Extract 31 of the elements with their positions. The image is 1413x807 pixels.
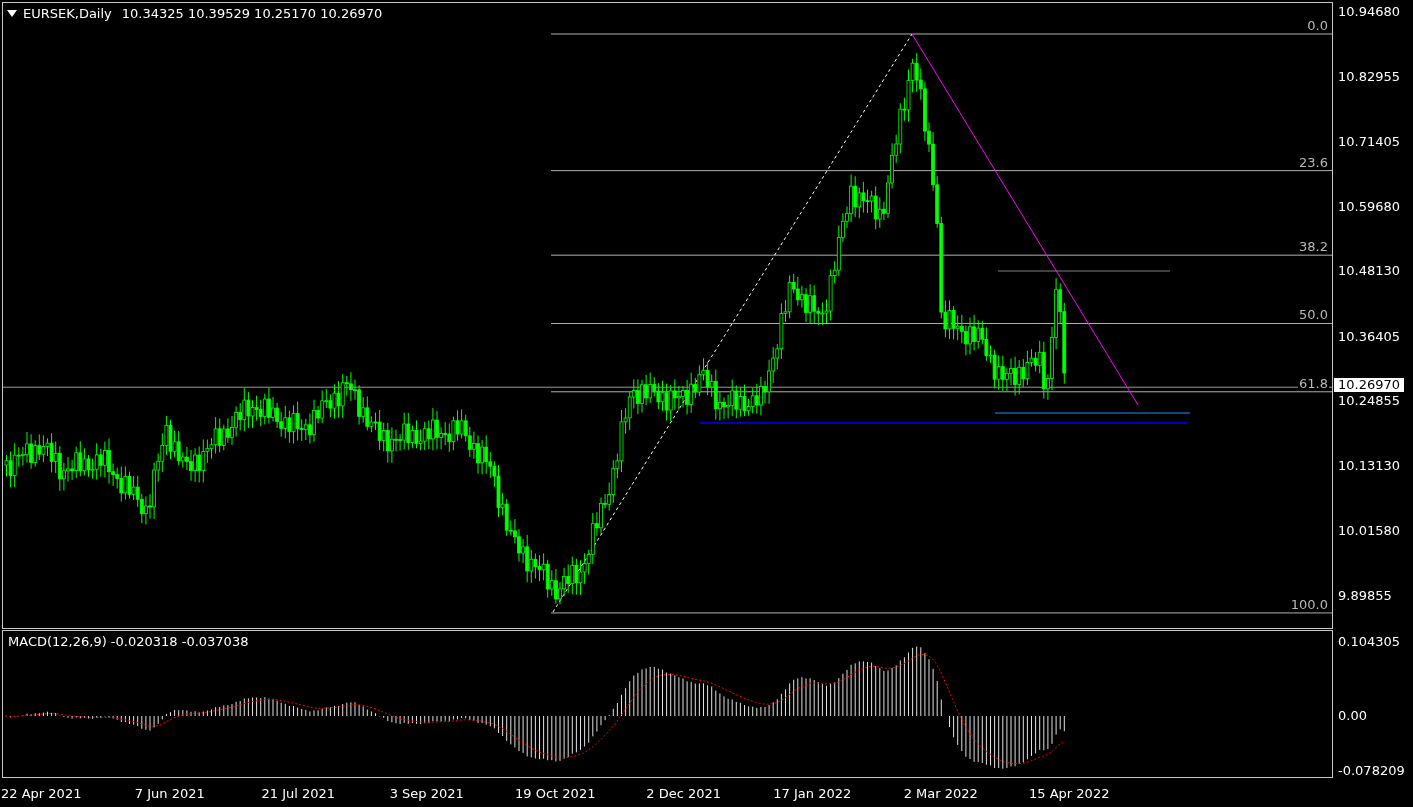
- price-axis-label: 10.82955: [1338, 70, 1401, 85]
- price-axis-label: 10.13130: [1338, 459, 1401, 474]
- date-axis-label: 2 Dec 2021: [645, 785, 723, 801]
- macd-axis-label: -0.078209: [1338, 764, 1405, 779]
- price-axis-label: 10.94680: [1338, 5, 1401, 19]
- symbol-title: EURSEK,Daily: [23, 6, 112, 21]
- dropdown-triangle-icon[interactable]: [7, 10, 17, 17]
- price-axis-label: 10.01580: [1338, 523, 1401, 538]
- date-axis-label: 2 Mar 2022: [902, 785, 979, 801]
- date-axis-label: 17 Jan 2022: [772, 785, 853, 801]
- price-axis-label: 10.24855: [1338, 394, 1401, 408]
- price-axis-label: 10.36405: [1338, 329, 1401, 344]
- current-price-tag: 10.26970: [1334, 378, 1405, 393]
- fibonacci-level-label: 0.0: [1306, 19, 1329, 33]
- fibonacci-level-label: 23.6: [1298, 155, 1329, 170]
- price-axis-label: 10.48130: [1338, 264, 1401, 279]
- fibonacci-level-label: 61.8: [1298, 376, 1329, 391]
- macd-title: MACD(12,26,9) -0.020318 -0.037038: [8, 634, 249, 649]
- price-axis-label: 9.89855: [1338, 588, 1392, 603]
- price-axis-label: 10.71405: [1338, 134, 1401, 149]
- macd-axis-label: 0.104305: [1338, 635, 1401, 649]
- fibonacci-level-label: 100.0: [1289, 597, 1329, 612]
- price-axis-label: 10.59680: [1338, 200, 1401, 214]
- date-axis-label: 15 Apr 2022: [1028, 785, 1111, 801]
- date-axis-label: 3 Sep 2021: [388, 785, 465, 801]
- date-axis-label: 22 Apr 2021: [0, 785, 83, 801]
- date-axis-label: 7 Jun 2021: [133, 785, 206, 801]
- ohlc-values: 10.34325 10.39529 10.25170 10.26970: [121, 6, 383, 21]
- date-axis-label: 21 Jul 2021: [260, 785, 337, 801]
- date-axis-label: 19 Oct 2021: [514, 785, 597, 801]
- macd-axis-label: 0.00: [1338, 709, 1367, 723]
